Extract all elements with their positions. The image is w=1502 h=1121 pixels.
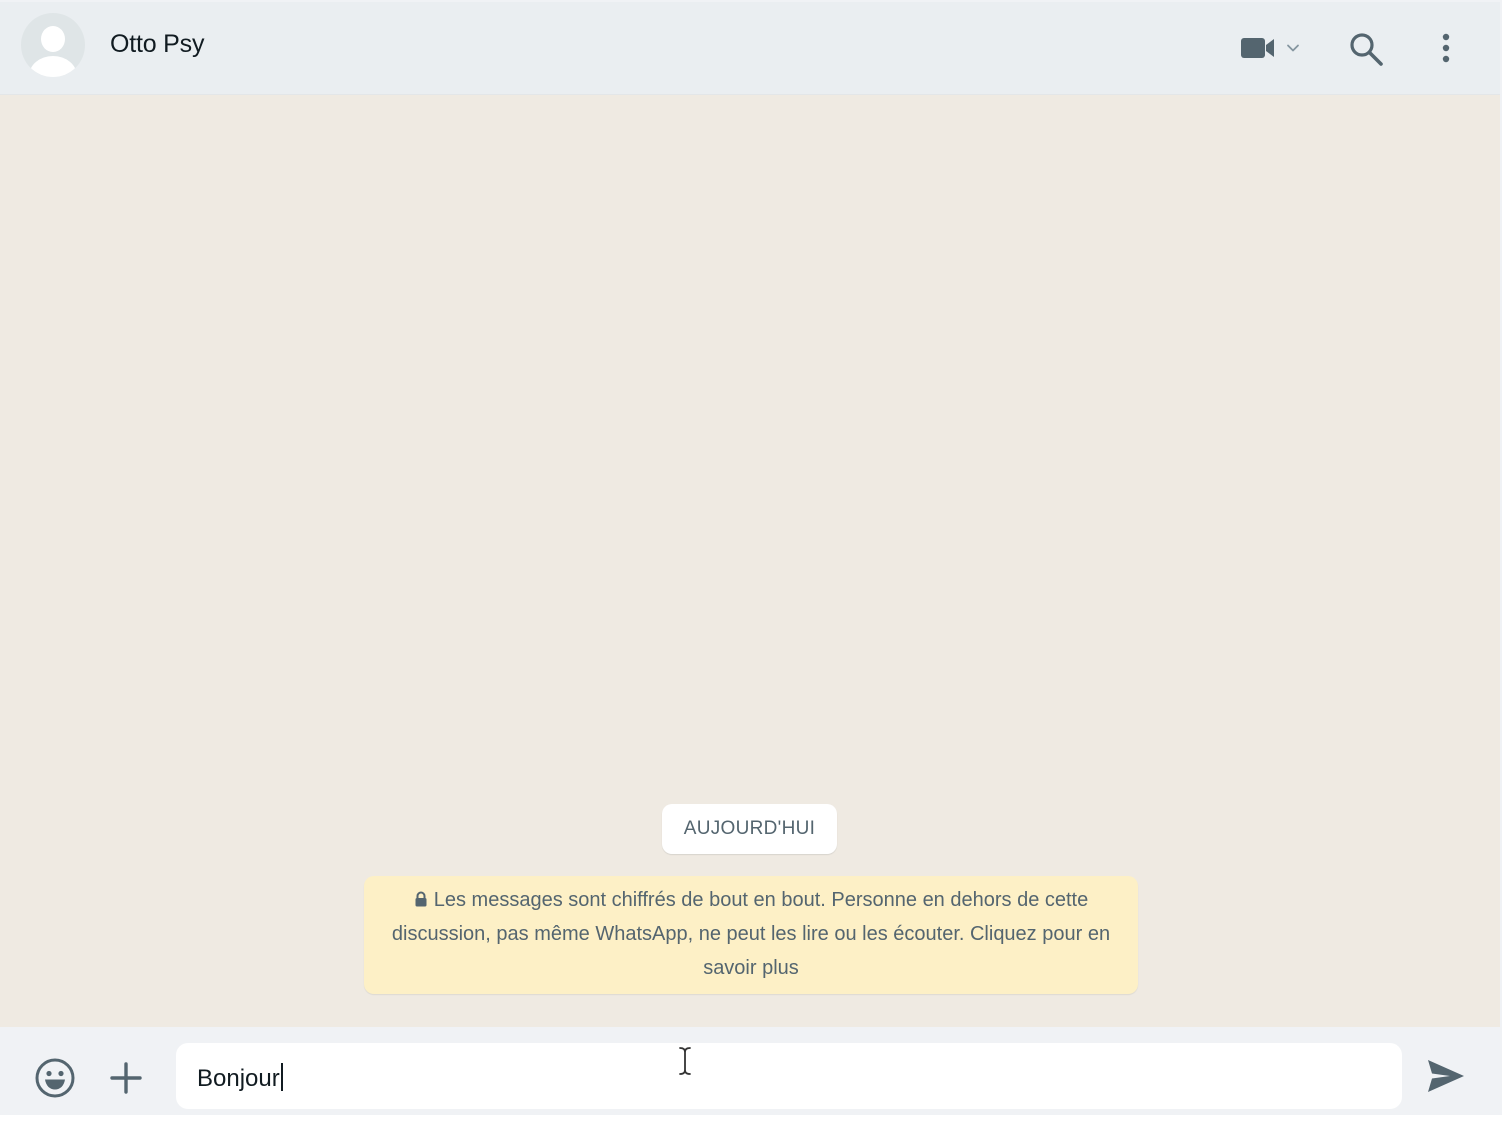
whatsapp-chat-window: Otto Psy AUJOURD'HUI Les messages sont c… [0, 0, 1502, 1121]
encryption-notice-text: Les messages sont chiffrés de bout en bo… [391, 889, 1111, 979]
message-input-value: Bonjour [197, 1065, 280, 1092]
search-icon[interactable] [1348, 31, 1384, 67]
more-vert-icon[interactable] [1434, 30, 1458, 66]
avatar-body [29, 56, 77, 77]
text-caret [280, 1063, 283, 1091]
lock-icon [415, 891, 427, 907]
video-call-icon[interactable] [1240, 35, 1276, 61]
bottom-edge [0, 1115, 1502, 1121]
date-separator: AUJOURD'HUI [662, 804, 837, 854]
chat-header: Otto Psy [0, 2, 1500, 95]
encryption-notice[interactable]: Les messages sont chiffrés de bout en bo… [364, 876, 1138, 994]
send-icon[interactable] [1426, 1058, 1466, 1094]
conversation-panel[interactable]: AUJOURD'HUI Les messages sont chiffrés d… [0, 95, 1500, 1027]
composer-bar: Bonjour [0, 1027, 1500, 1115]
chevron-down-icon[interactable] [1286, 41, 1300, 55]
emoji-icon[interactable] [34, 1057, 76, 1099]
contact-name[interactable]: Otto Psy [110, 30, 204, 59]
message-input-text[interactable]: Bonjour [197, 1063, 283, 1093]
avatar[interactable] [21, 13, 85, 77]
avatar-head [41, 26, 65, 52]
message-input[interactable]: Bonjour [176, 1043, 1402, 1109]
plus-icon[interactable] [108, 1060, 144, 1096]
ibeam-cursor-icon [679, 1047, 691, 1075]
